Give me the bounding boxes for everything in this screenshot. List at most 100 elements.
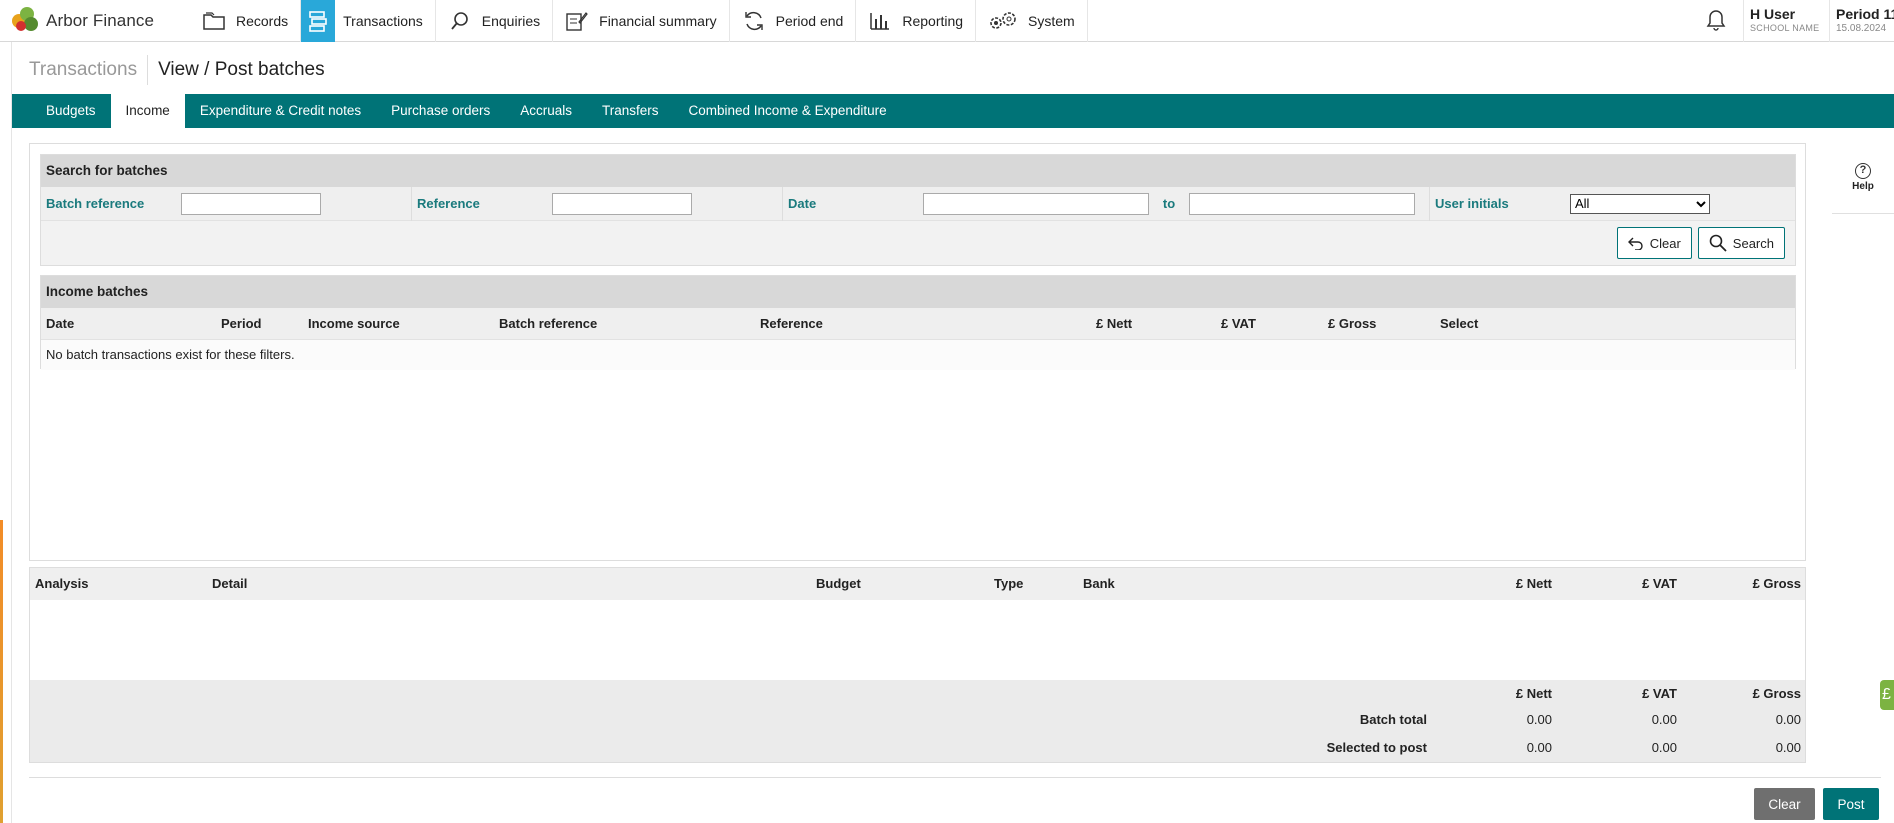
col-detail: Detail [212, 576, 248, 591]
tab-income[interactable]: Income [110, 94, 185, 128]
nav-item-label: System [1028, 12, 1075, 29]
user-initials-select[interactable]: All [1570, 193, 1710, 214]
tab-combined-income-expenditure[interactable]: Combined Income & Expenditure [674, 94, 902, 128]
col-budget: Budget [816, 576, 861, 591]
col-analysis: Analysis [35, 576, 89, 591]
top-nav: Arbor Finance Records Transactions Enqui… [0, 0, 1894, 42]
date-label: Date [788, 196, 817, 211]
batch-reference-field: Batch reference [41, 186, 412, 221]
selected-to-post-row: Selected to post 0.00 0.00 0.00 [30, 736, 1805, 764]
batch-total-gross: 0.00 [1775, 712, 1801, 727]
search-fields-row: Batch reference Reference Date to User i… [41, 186, 1795, 221]
help-icon: ? [1855, 163, 1871, 179]
col-nett: £ Nett [1515, 576, 1552, 591]
date-range-field: Date to [783, 186, 1430, 221]
empty-message: No batch transactions exist for these fi… [41, 340, 1795, 370]
totals-header-row: £ Nett £ VAT £ Gross [30, 680, 1805, 708]
tab-transfers[interactable]: Transfers [587, 94, 674, 128]
footer-divider [29, 777, 1881, 778]
tab-expenditure-credit-notes[interactable]: Expenditure & Credit notes [185, 94, 376, 128]
batch-reference-label: Batch reference [46, 196, 145, 211]
nav-item-period-end[interactable]: Period end [730, 0, 857, 42]
pound-side-tab[interactable]: £ [1880, 680, 1894, 710]
selected-to-post-label: Selected to post [1326, 740, 1427, 755]
reference-input[interactable] [552, 192, 692, 215]
help-button[interactable]: ? Help [1832, 160, 1894, 214]
left-edge-strip [0, 0, 12, 823]
nav-item-records[interactable]: Records [190, 0, 302, 42]
totals-section: £ Nett £ VAT £ Gross Batch total 0.00 0.… [30, 680, 1805, 762]
col-date[interactable]: Date [46, 316, 74, 331]
col-gross: £ Gross [1752, 576, 1801, 591]
gears-icon [988, 9, 1018, 33]
folder-icon [202, 9, 226, 33]
col-vat[interactable]: £ VAT [1221, 316, 1256, 331]
clear-search-button[interactable]: Clear [1616, 227, 1692, 259]
transactions-icon [301, 0, 336, 42]
clear-button[interactable]: Clear [1754, 788, 1815, 820]
tab-accruals[interactable]: Accruals [505, 94, 587, 128]
selected-vat: 0.00 [1651, 740, 1677, 755]
nav-item-system[interactable]: System [976, 0, 1088, 42]
nav-item-label: Enquiries [481, 12, 541, 29]
nav-item-label: Financial summary [599, 12, 717, 29]
totals-vat-header: £ VAT [1642, 686, 1677, 701]
batch-reference-input[interactable] [181, 192, 321, 215]
nav-item-label: Period end [775, 12, 844, 29]
search-icon [1709, 234, 1727, 252]
col-income-source[interactable]: Income source [308, 316, 400, 331]
batch-total-label: Batch total [1359, 712, 1427, 727]
col-gross[interactable]: £ Gross [1328, 316, 1376, 331]
income-batches-heading: Income batches [41, 276, 1795, 308]
post-button[interactable]: Post [1823, 788, 1879, 820]
income-batches-panel: Income batches Date Period Income source… [40, 275, 1796, 370]
nav-item-label: Transactions [343, 12, 423, 29]
school-name: SCHOOL NAME [1750, 23, 1820, 33]
period-date: 15.08.2024 [1836, 23, 1887, 34]
date-from-input[interactable] [923, 192, 1149, 215]
search-label: Search [1732, 235, 1774, 251]
nav-item-reporting[interactable]: Reporting [856, 0, 977, 42]
date-to-input[interactable] [1189, 192, 1415, 215]
reference-label: Reference [417, 196, 480, 211]
arbor-logo-icon [12, 6, 40, 35]
nav-item-label: Reporting [902, 12, 964, 29]
tab-budgets[interactable]: Budgets [31, 94, 111, 128]
tab-purchase-orders[interactable]: Purchase orders [376, 94, 505, 128]
col-vat: £ VAT [1642, 576, 1677, 591]
col-nett[interactable]: £ Nett [1096, 316, 1132, 331]
selected-gross: 0.00 [1775, 740, 1801, 755]
period-label: Period 11 [1836, 6, 1894, 22]
col-period[interactable]: Period [221, 316, 261, 331]
analysis-panel: Analysis Detail Budget Type Bank £ Nett … [29, 567, 1806, 763]
totals-nett-header: £ Nett [1515, 686, 1552, 701]
col-bank: Bank [1083, 576, 1115, 591]
col-reference[interactable]: Reference [760, 316, 823, 331]
selected-nett: 0.00 [1526, 740, 1552, 755]
col-select[interactable]: Select [1440, 316, 1478, 331]
bar-chart-icon [868, 9, 892, 33]
user-menu[interactable]: H User SCHOOL NAME [1744, 0, 1830, 42]
nav-right: H User SCHOOL NAME Period 11 15.08.2024 [1688, 0, 1894, 42]
nav-item-financial-summary[interactable]: Financial summary [553, 0, 730, 42]
user-initials-field: User initials All [1430, 187, 1710, 221]
col-batch-reference[interactable]: Batch reference [499, 316, 597, 331]
col-type: Type [994, 576, 1024, 591]
bell-icon [1706, 9, 1726, 34]
notifications-button[interactable] [1688, 0, 1744, 42]
nav-item-transactions[interactable]: Transactions [301, 0, 436, 42]
brand[interactable]: Arbor Finance [0, 0, 190, 42]
user-initials-label: User initials [1435, 196, 1509, 211]
brand-name: Arbor Finance [46, 10, 155, 30]
period-indicator[interactable]: Period 11 15.08.2024 [1830, 0, 1894, 42]
help-label: Help [1852, 181, 1874, 192]
clear-search-label: Clear [1649, 235, 1681, 251]
date-to-label: to [1162, 196, 1176, 211]
search-button[interactable]: Search [1697, 227, 1785, 259]
page-header: Transactions View / Post batches [12, 52, 325, 88]
batches-table-header: Date Period Income source Batch referenc… [41, 308, 1795, 340]
search-icon [448, 9, 472, 33]
breadcrumb[interactable]: Transactions [12, 55, 149, 85]
nav-item-enquiries[interactable]: Enquiries [436, 0, 554, 42]
user-name: H User [1750, 6, 1796, 22]
